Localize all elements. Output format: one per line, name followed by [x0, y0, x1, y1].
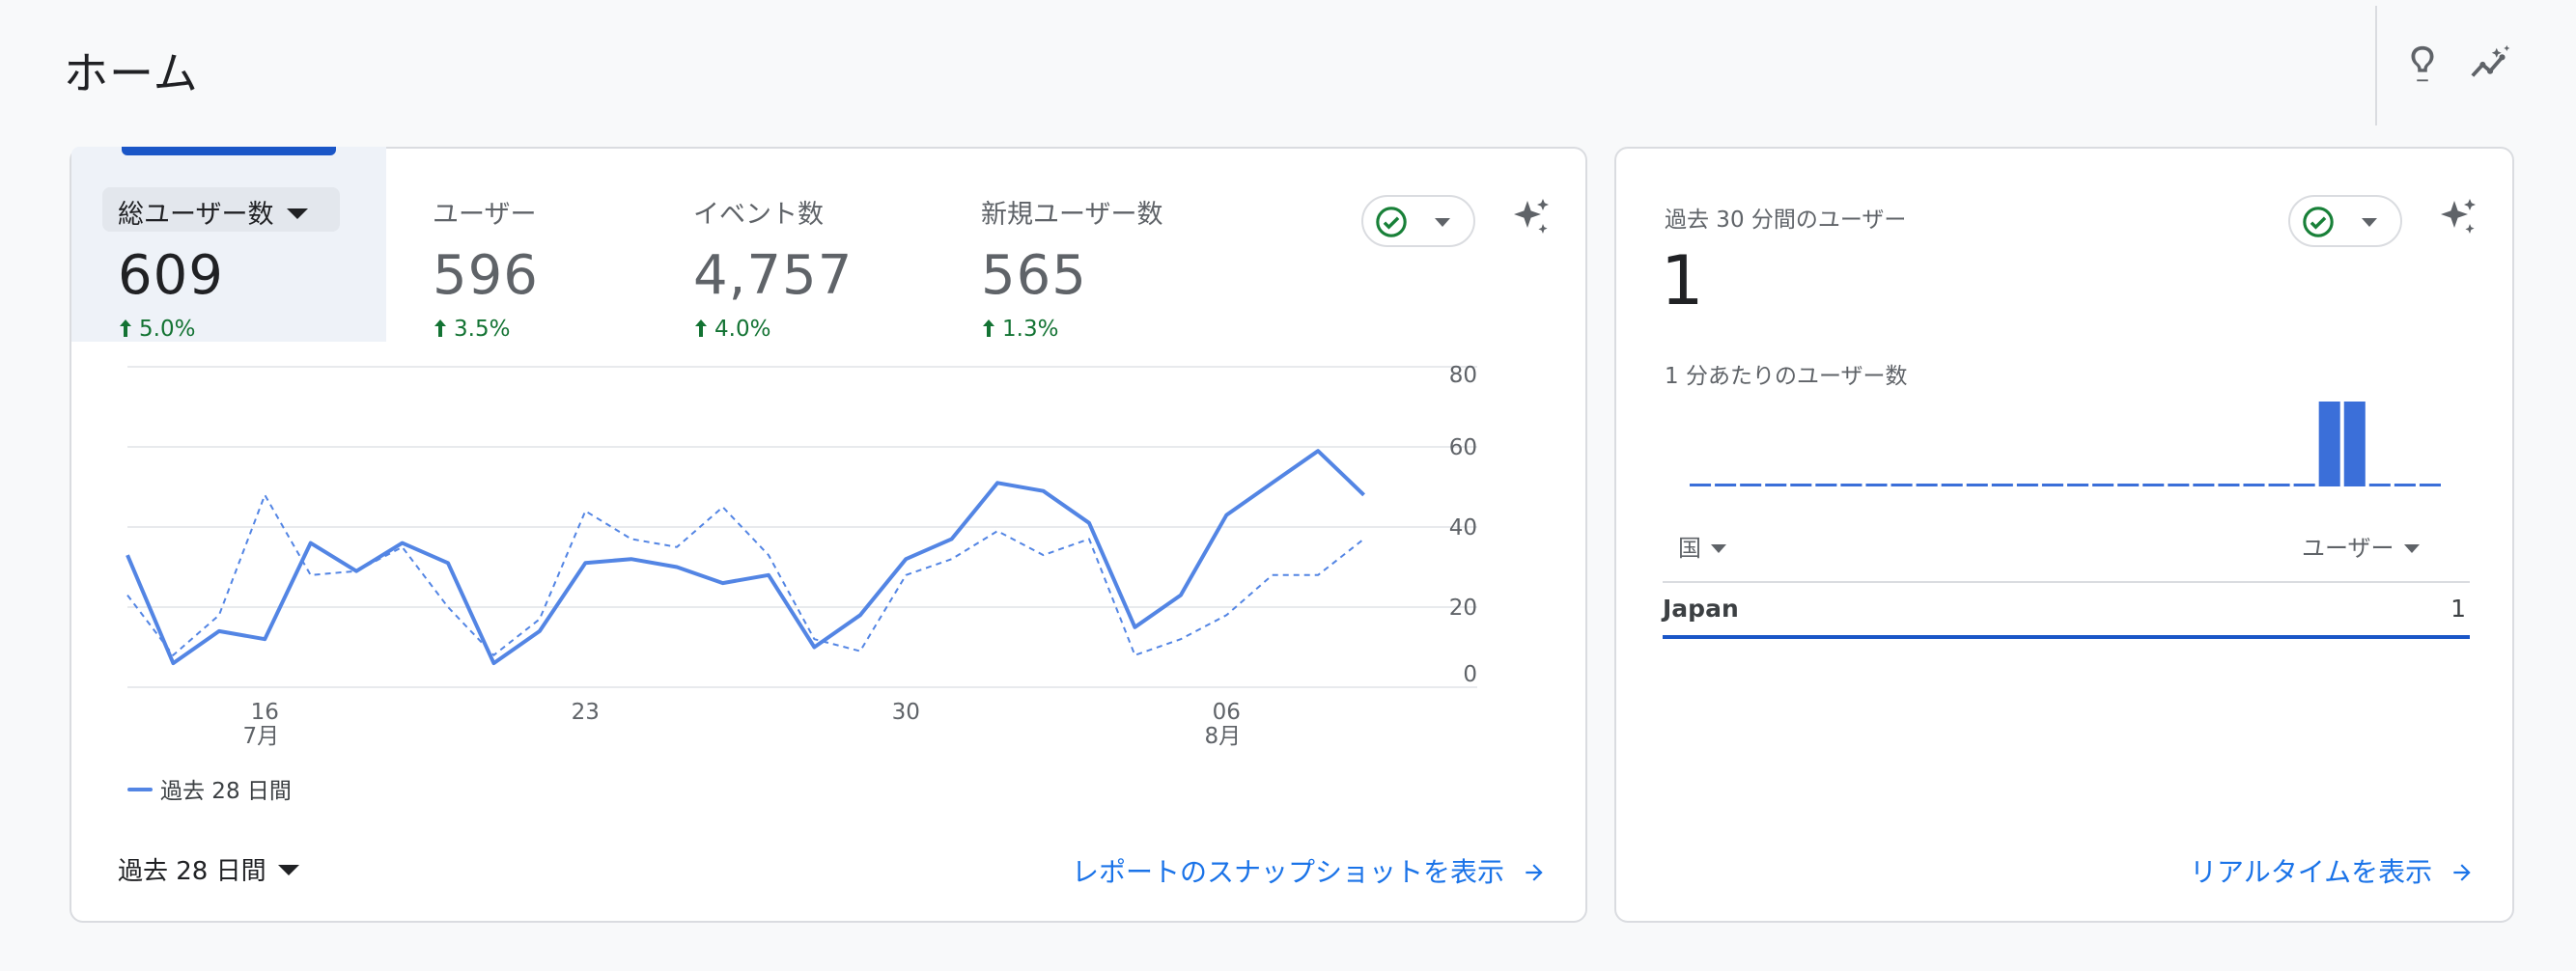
per-minute-bar-empty [1740, 484, 1762, 486]
arrow-up-icon [434, 319, 446, 337]
view-realtime-link[interactable]: リアルタイムを表示 [2190, 851, 2475, 890]
check-circle-icon [1376, 207, 1407, 237]
x-tick-label: 23 [572, 700, 600, 725]
caret-down-icon [2362, 218, 2377, 227]
per-minute-label: 1 分あたりのユーザー数 [1665, 364, 1908, 389]
x-tick-label: 30 [892, 700, 920, 725]
per-minute-bar-empty [1765, 484, 1787, 486]
metric-tab-total-users[interactable]: 総ユーザー数 609 5.0% [118, 193, 309, 342]
column-header-country[interactable]: 国 [1678, 529, 1726, 563]
per-minute-bar-empty [2218, 484, 2240, 486]
x-tick-label: 16 [251, 700, 279, 725]
view-report-snapshot-link[interactable]: レポートのスナップショットを表示 [1072, 851, 1547, 890]
page-title: ホーム [64, 47, 199, 99]
per-minute-bar-empty [2394, 484, 2416, 486]
per-minute-bar-empty [2243, 484, 2265, 486]
metric-tab-users[interactable]: ユーザー 596 3.5% [433, 193, 539, 342]
realtime-label: 過去 30 分間のユーザー [1665, 208, 1907, 233]
per-minute-bar-empty [1991, 484, 2013, 486]
arrow-right-icon [1526, 864, 1543, 881]
caret-down-icon [1711, 544, 1726, 553]
metric-change: 1.3% [981, 317, 1162, 342]
table-cell-users: 1 [2450, 595, 2466, 623]
metric-tab-events[interactable]: イベント数 4,757 4.0% [693, 193, 853, 342]
per-minute-bar-empty [2268, 484, 2290, 486]
caret-down-icon [277, 865, 299, 875]
metric-label: 新規ユーザー数 [981, 200, 1163, 230]
metric-label: ユーザー [433, 200, 537, 230]
table-header-divider [1663, 581, 2470, 583]
per-minute-bar-chart [1690, 402, 2441, 486]
header-divider [2375, 6, 2377, 125]
per-minute-bar-empty [2041, 484, 2063, 486]
per-minute-bar-empty [2016, 484, 2038, 486]
caret-down-icon [2403, 544, 2420, 553]
x-tick-label: 06 [1213, 700, 1241, 725]
y-tick-label: 80 [1449, 363, 1477, 388]
insights-icon[interactable] [2468, 42, 2512, 87]
sparkle-insights-icon[interactable] [2435, 195, 2481, 241]
metric-value: 609 [118, 244, 224, 307]
y-tick-label: 20 [1449, 596, 1477, 621]
metric-value: 4,757 [693, 244, 854, 307]
per-minute-bar-empty [1815, 484, 1837, 486]
table-row-value-bar [1663, 635, 2470, 639]
realtime-value: 1 [1661, 241, 1704, 320]
per-minute-bar-empty [2117, 484, 2140, 486]
per-minute-bar-empty [2142, 484, 2165, 486]
arrow-up-icon [695, 319, 707, 337]
compare-status-dropdown[interactable] [1361, 195, 1475, 247]
x-tick-sublabel: 8月 [1204, 724, 1241, 749]
per-minute-bar-empty [2067, 484, 2089, 486]
metric-label: イベント数 [693, 200, 824, 230]
per-minute-bar-empty [1790, 484, 1812, 486]
metric-label[interactable]: 総ユーザー数 [118, 193, 309, 231]
per-minute-bar-empty [1690, 484, 1712, 486]
metric-change: 3.5% [433, 317, 539, 342]
check-circle-icon [2303, 207, 2334, 237]
legend-label: 過去 28 日間 [160, 779, 292, 804]
per-minute-bar [2343, 402, 2366, 486]
metric-value: 596 [433, 244, 539, 307]
arrow-up-icon [983, 319, 994, 337]
per-minute-bar-empty [2168, 484, 2190, 486]
metric-change: 4.0% [693, 317, 853, 342]
metric-value: 565 [981, 244, 1087, 307]
column-header-users[interactable]: ユーザー [2302, 529, 2420, 563]
per-minute-bar-empty [1916, 484, 1938, 486]
realtime-status-dropdown[interactable] [2288, 195, 2402, 247]
per-minute-bar-empty [1865, 484, 1888, 486]
per-minute-bar-empty [2193, 484, 2215, 486]
y-tick-label: 60 [1449, 435, 1477, 460]
x-tick-sublabel: 7月 [242, 724, 279, 749]
sparkle-insights-icon[interactable] [1508, 195, 1554, 241]
y-tick-label: 40 [1449, 515, 1477, 541]
series-line-current [126, 449, 1365, 666]
per-minute-bar-empty [2419, 484, 2441, 486]
series-line-comparison [126, 493, 1365, 656]
table-cell-country: Japan [1663, 595, 1739, 623]
legend-swatch [127, 788, 153, 791]
per-minute-bar-empty [1840, 484, 1862, 486]
per-minute-bar-empty [1966, 484, 1988, 486]
lightbulb-icon[interactable] [2400, 42, 2445, 87]
per-minute-bar-empty [2368, 484, 2391, 486]
arrow-right-icon [2453, 864, 2471, 881]
per-minute-bar-empty [2293, 484, 2315, 486]
per-minute-bar [2318, 402, 2340, 486]
metric-change: 5.0% [118, 317, 308, 342]
per-minute-bar-empty [1890, 484, 1913, 486]
per-minute-bar-empty [2092, 484, 2114, 486]
per-minute-bar-empty [1715, 484, 1737, 486]
active-tab-indicator [122, 147, 336, 155]
caret-down-icon [1435, 218, 1450, 227]
per-minute-bar-empty [1941, 484, 1963, 486]
date-range-dropdown[interactable]: 過去 28 日間 [118, 851, 299, 887]
y-tick-label: 0 [1463, 662, 1477, 687]
caret-down-icon [287, 208, 309, 219]
metric-tab-new-users[interactable]: 新規ユーザー数 565 1.3% [981, 193, 1162, 342]
line-chart: 0 20 40 60 80 167月 23 30 068月 [126, 363, 1477, 749]
arrow-up-icon [120, 319, 131, 337]
